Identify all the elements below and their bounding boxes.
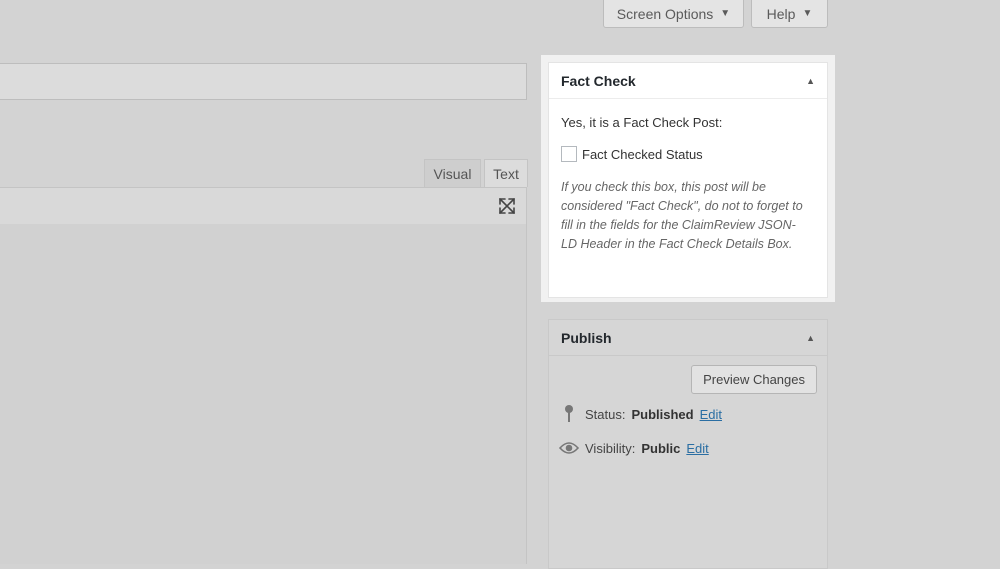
visibility-edit-link[interactable]: Edit <box>686 441 708 456</box>
publish-header[interactable]: Publish ▲ <box>549 320 827 356</box>
fact-check-note: If you check this box, this post will be… <box>561 180 803 251</box>
fact-checked-status-row: Fact Checked Status <box>561 146 703 162</box>
help-label: Help <box>766 5 796 22</box>
visibility-value: Public <box>641 440 681 456</box>
fact-check-box: Fact Check ▲ Yes, it is a Fact Check Pos… <box>548 62 828 298</box>
collapse-arrow-icon[interactable]: ▲ <box>806 333 815 343</box>
screen-options-button[interactable]: Screen Options ▼ <box>603 0 744 28</box>
collapse-arrow-icon[interactable]: ▲ <box>806 76 815 86</box>
post-title-input[interactable] <box>0 63 527 100</box>
fact-check-intro: Yes, it is a Fact Check Post: <box>561 115 723 130</box>
visibility-row: Visibility: Public Edit <box>559 439 709 457</box>
fact-check-title: Fact Check <box>561 72 636 89</box>
tab-text[interactable]: Text <box>484 159 528 187</box>
status-value: Published <box>631 406 694 422</box>
visibility-label: Visibility: <box>585 440 636 456</box>
status-row: Status: Published Edit <box>559 405 722 423</box>
help-button[interactable]: Help ▼ <box>751 0 828 28</box>
publish-title: Publish <box>561 329 612 346</box>
editor-toolbar <box>0 187 527 225</box>
fact-checked-status-checkbox[interactable] <box>561 146 577 162</box>
fact-checked-status-label[interactable]: Fact Checked Status <box>582 147 703 162</box>
editor-content-area[interactable] <box>0 224 527 564</box>
status-edit-link[interactable]: Edit <box>700 407 722 422</box>
status-label: Status: <box>585 406 626 422</box>
caret-down-icon: ▼ <box>802 8 813 19</box>
eye-icon <box>559 439 579 457</box>
screen-options-label: Screen Options <box>616 5 714 22</box>
caret-down-icon: ▼ <box>720 8 731 19</box>
pin-icon <box>559 405 579 423</box>
tab-visual[interactable]: Visual <box>424 159 481 187</box>
preview-changes-button[interactable]: Preview Changes <box>691 365 817 394</box>
fullscreen-icon[interactable] <box>497 196 517 216</box>
publish-box: Publish ▲ Preview Changes Status: Publis… <box>548 319 828 569</box>
fact-check-header[interactable]: Fact Check ▲ <box>549 63 827 99</box>
